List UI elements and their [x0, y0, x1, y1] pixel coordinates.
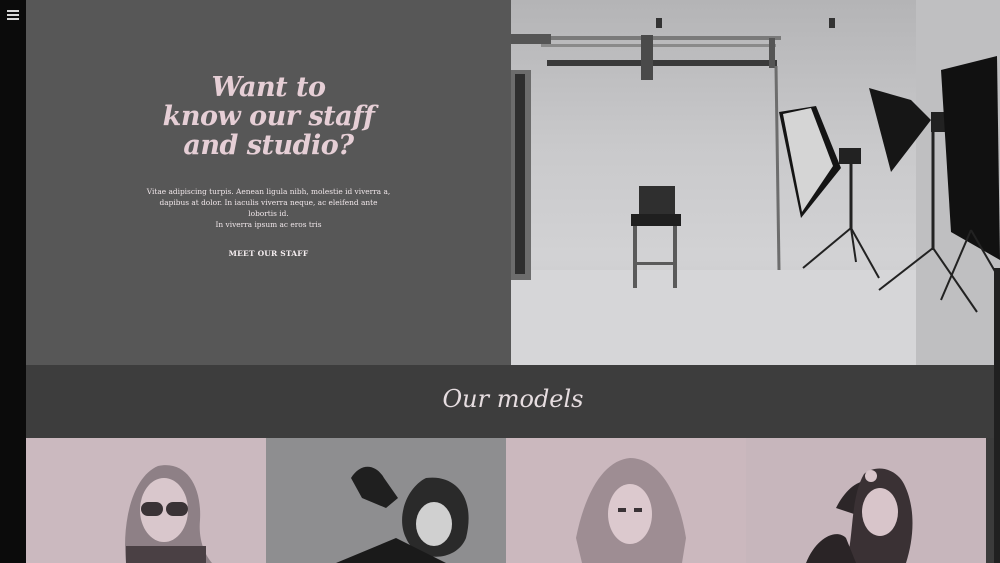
model-tile[interactable]	[746, 438, 986, 563]
models-header: Our models	[26, 365, 1000, 438]
hero-description-line: In viverra ipsum ac eros tris	[215, 220, 322, 229]
meet-our-staff-link[interactable]: MEET OUR STAFF	[26, 249, 511, 258]
hero-description-line: Vitae adipiscing turpis. Aenean ligula n…	[146, 187, 391, 196]
studio-illustration	[511, 0, 1000, 365]
models-gallery	[26, 438, 987, 563]
scrollbar[interactable]	[994, 268, 1000, 563]
model-photo	[266, 438, 506, 563]
model-photo	[26, 438, 266, 563]
model-tile[interactable]	[506, 438, 746, 563]
hero-title-line: know our staff	[162, 101, 375, 132]
model-tile[interactable]	[266, 438, 506, 563]
hero-panel: Want to know our staff and studio? Vitae…	[26, 0, 511, 365]
hero-title-line: and studio?	[183, 130, 354, 161]
models-title: Our models	[442, 385, 584, 413]
sidebar	[0, 0, 26, 563]
hero-description: Vitae adipiscing turpis. Aenean ligula n…	[146, 186, 391, 230]
model-photo	[506, 438, 746, 563]
hero-title-line: Want to	[211, 72, 326, 103]
hero-description-line: dapibus at dolor. In iaculis viverra neq…	[159, 198, 378, 218]
model-photo	[746, 438, 986, 563]
studio-photo	[511, 0, 1000, 365]
hamburger-icon[interactable]	[7, 10, 19, 20]
hero-title: Want to know our staff and studio?	[26, 73, 511, 160]
model-tile[interactable]	[26, 438, 266, 563]
